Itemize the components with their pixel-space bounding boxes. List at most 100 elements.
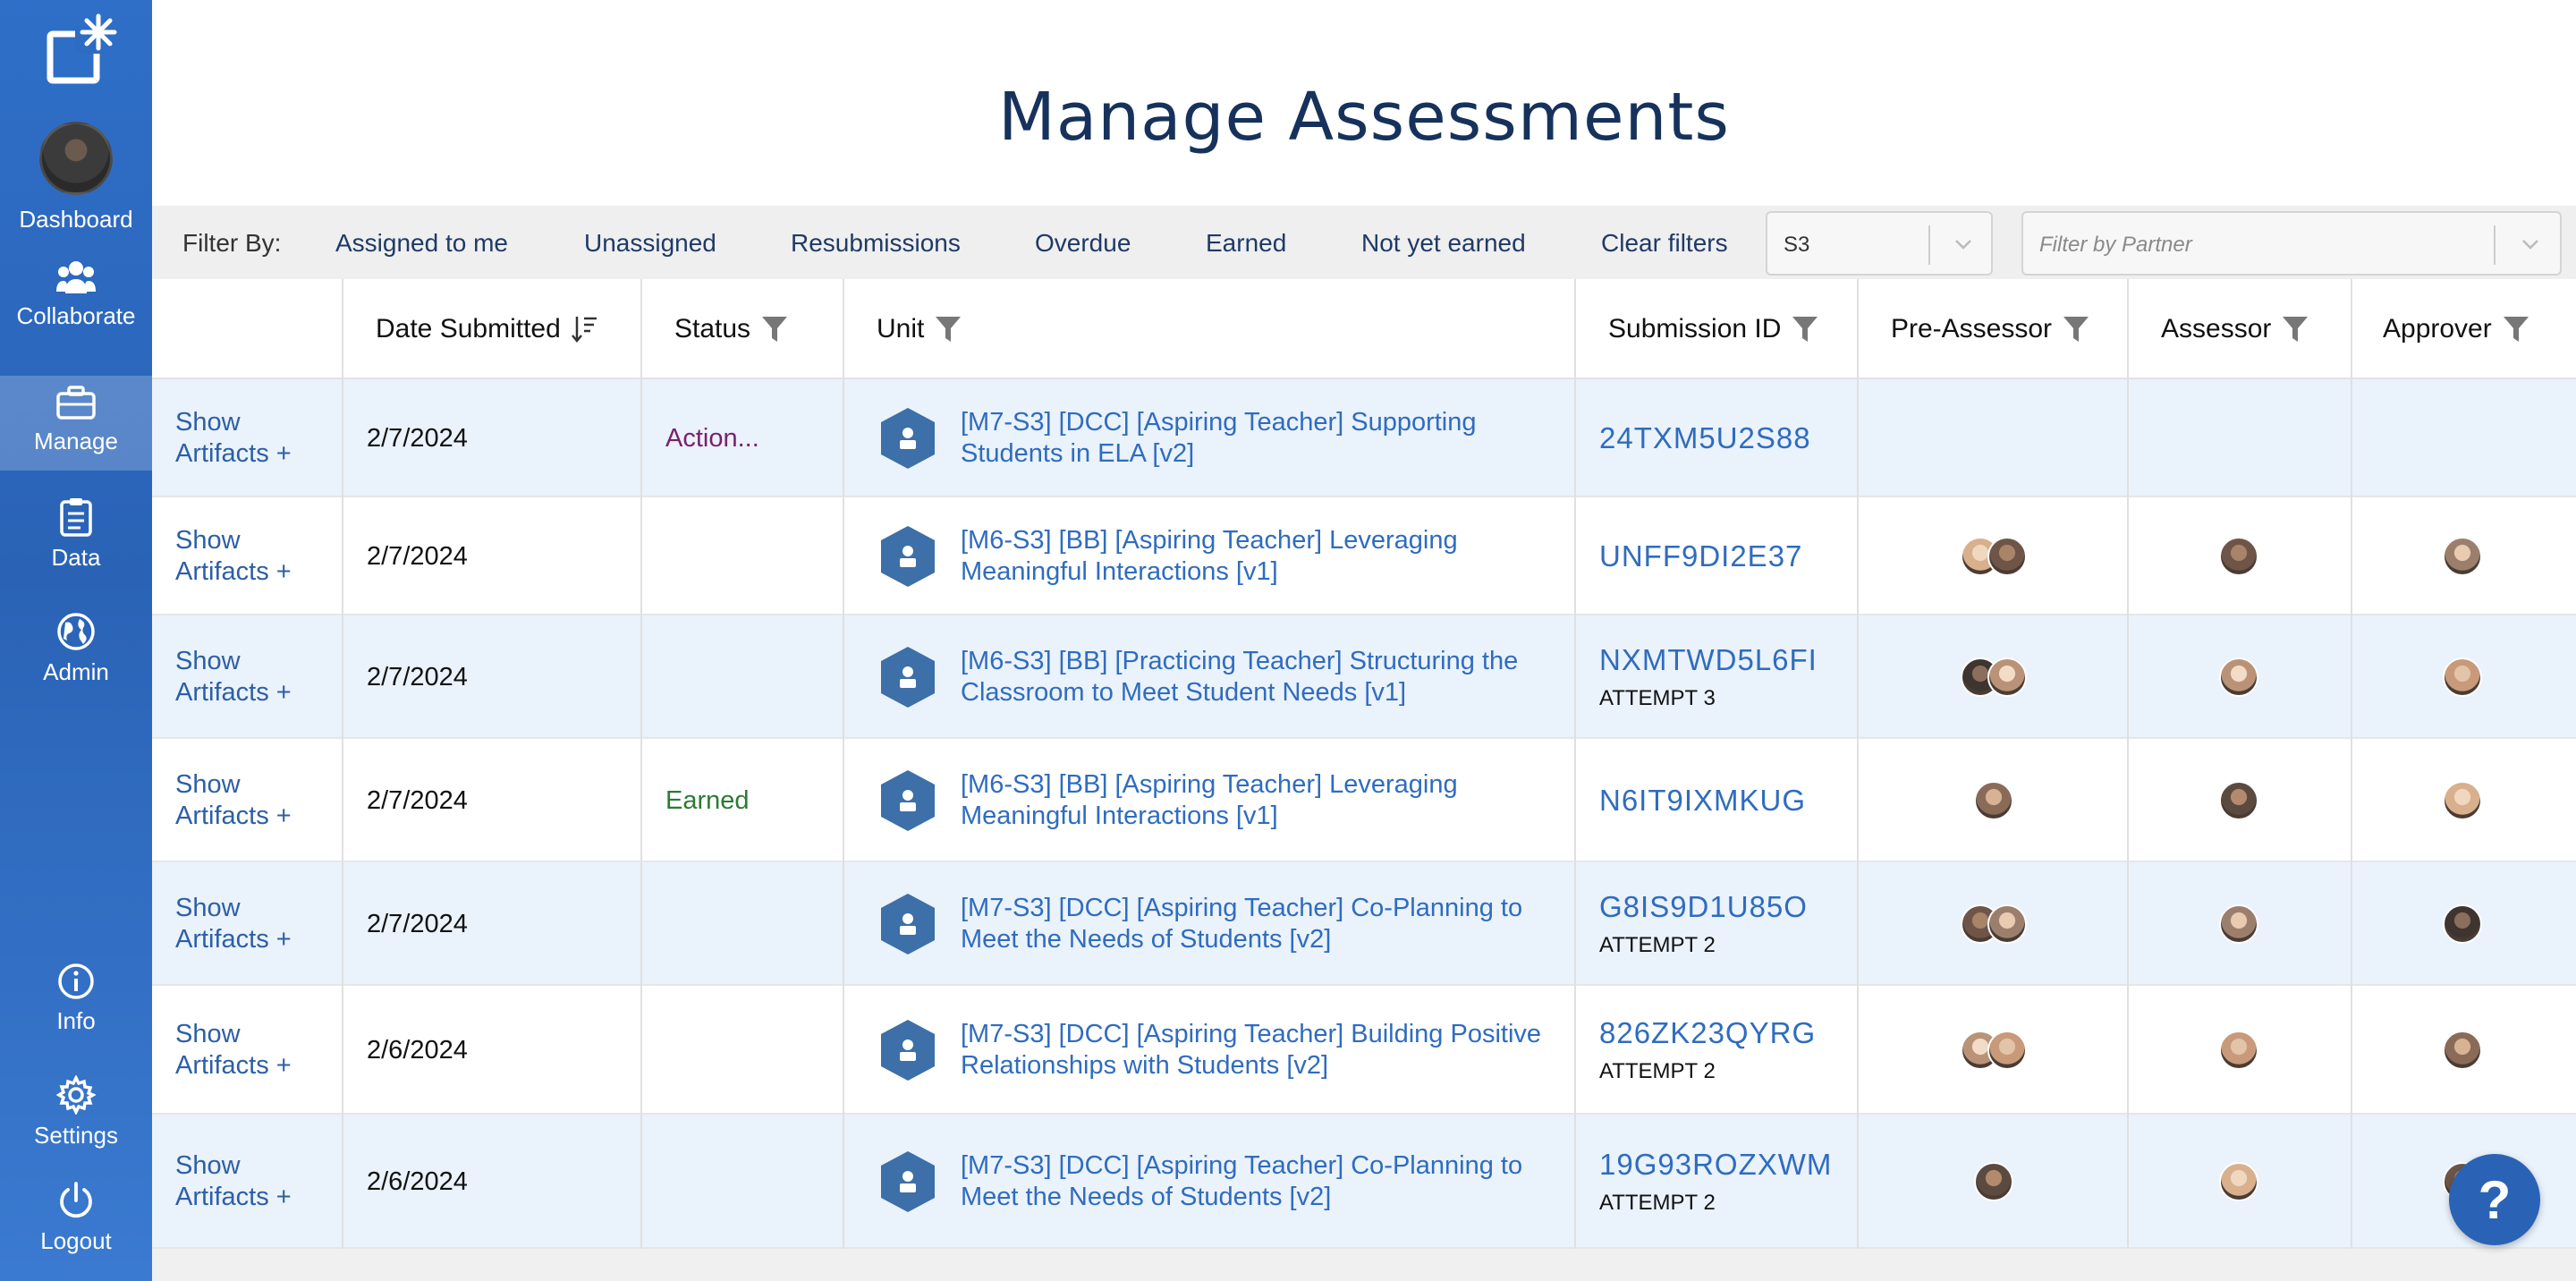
sidebar-item-settings[interactable]: Settings [0,1075,152,1165]
sidebar-item-logout[interactable]: Logout [0,1181,152,1270]
filter-earned[interactable]: Earned [1206,229,1286,258]
avatar[interactable] [2219,657,2258,697]
select-divider [1928,225,1930,265]
avatar[interactable] [2219,781,2258,820]
avatar[interactable] [1987,904,2027,944]
filter-assigned-to-me[interactable]: Assigned to me [335,229,508,258]
filter-overdue[interactable]: Overdue [1035,229,1131,258]
avatar[interactable] [2443,1031,2482,1070]
col-date-submitted[interactable]: Date Submitted [376,279,598,379]
pre-assessor-avatars [1859,537,2129,576]
avatar[interactable] [2443,657,2482,697]
avatar[interactable] [2443,904,2482,944]
col-status[interactable]: Status [674,279,788,379]
pre-assessor-avatars [1859,781,2129,820]
interaction-icon [881,770,935,831]
app-logo-icon[interactable] [43,13,118,88]
chevron-down-icon [2522,240,2538,250]
avatar[interactable] [2219,1162,2258,1201]
avatar[interactable] [2443,781,2482,820]
submission-id-link[interactable]: 24TXM5U2S88 [1599,421,1811,455]
avatar[interactable] [2443,537,2482,576]
filter-unassigned[interactable]: Unassigned [584,229,716,258]
avatar[interactable] [2219,904,2258,944]
sidebar-item-info[interactable]: Info [0,963,152,1052]
assessor-avatar [2127,1162,2351,1201]
column-divider [640,279,642,1281]
assessor-avatar [2127,781,2351,820]
show-artifacts-link[interactable]: Show Artifacts + [175,1019,292,1082]
avatar[interactable] [2219,1031,2258,1070]
sidebar-item-admin[interactable]: Admin [0,612,152,701]
clipboard-icon [60,498,92,537]
filter-icon[interactable] [761,315,788,344]
sidebar-item-dashboard[interactable]: Dashboard [0,122,152,236]
col-unit[interactable]: Unit [877,279,962,379]
avatar[interactable] [1987,657,2027,697]
show-artifacts-link[interactable]: Show Artifacts + [175,646,292,708]
col-pre-assessor[interactable]: Pre-Assessor [1891,279,2089,379]
submission-id-link[interactable]: 19G93ROZXWM [1599,1148,1832,1182]
filter-not-yet-earned[interactable]: Not yet earned [1361,229,1526,258]
show-artifacts-link[interactable]: Show Artifacts + [175,769,292,832]
table-header: Date Submitted Status Unit Submission ID… [152,279,2576,379]
avatar[interactable] [1987,537,2027,576]
col-assessor[interactable]: Assessor [2161,279,2309,379]
date-submitted: 2/7/2024 [367,541,468,571]
avatar[interactable] [1974,1162,2013,1201]
filter-icon[interactable] [2282,315,2309,344]
help-button[interactable]: ? [2449,1154,2540,1245]
sidebar-item-collaborate[interactable]: Collaborate [0,259,152,352]
unit-link[interactable]: [M7-S3] [DCC] [Aspiring Teacher] Co-Plan… [961,893,1522,955]
unit-link[interactable]: [M7-S3] [DCC] [Aspiring Teacher] Buildin… [961,1019,1541,1082]
attempt-label: ATTEMPT 2 [1599,933,1716,957]
approver-avatar [2351,781,2574,820]
assessor-avatar [2127,1031,2351,1070]
assessor-avatar [2127,657,2351,697]
sidebar-item-data[interactable]: Data [0,497,152,587]
col-submission-id[interactable]: Submission ID [1608,279,1818,379]
pre-assessor-avatars [1859,1031,2129,1070]
submission-id-link[interactable]: N6IT9IXMKUG [1599,784,1806,818]
unit-link[interactable]: [M6-S3] [BB] [Aspiring Teacher] Leveragi… [961,525,1458,588]
column-divider [2351,279,2352,1281]
table-row: Show Artifacts + 2/6/2024 [M7-S3] [DCC] [… [152,986,2576,1115]
sidebar-item-label: Info [56,1007,96,1034]
pre-assessor-avatars [1859,904,2129,944]
planning-icon [881,1151,935,1212]
col-approver[interactable]: Approver [2383,279,2529,379]
avatar[interactable] [1974,781,2013,820]
column-divider [1574,279,1576,1281]
unit-link[interactable]: [M7-S3] [DCC] [Aspiring Teacher] Support… [961,407,1477,470]
pre-assessor-avatars [1859,657,2129,697]
avatar[interactable] [2219,537,2258,576]
chevron-down-icon [1955,240,1971,250]
filter-icon[interactable] [935,315,962,344]
filter-icon[interactable] [2063,315,2089,344]
unit-link[interactable]: [M6-S3] [BB] [Aspiring Teacher] Leveragi… [961,769,1458,832]
unit-link[interactable]: [M6-S3] [BB] [Practicing Teacher] Struct… [961,646,1518,708]
sidebar: Dashboard Collaborate Manage Data Admin [0,0,152,1281]
select-divider [2494,225,2496,265]
partner-select[interactable]: Filter by Partner [2021,211,2562,276]
sidebar-item-manage[interactable]: Manage [0,376,152,471]
unit-link[interactable]: [M7-S3] [DCC] [Aspiring Teacher] Co-Plan… [961,1150,1522,1213]
table-row: Show Artifacts + 2/7/2024 Earned [M6-S3] … [152,739,2576,862]
filter-resubmissions[interactable]: Resubmissions [791,229,961,258]
submission-id-link[interactable]: UNFF9DI2E37 [1599,539,1802,573]
clear-filters-button[interactable]: Clear filters [1601,229,1728,258]
filter-bar: Filter By: Assigned to me Unassigned Res… [152,206,2576,279]
sort-desc-icon[interactable] [571,315,598,344]
season-select[interactable]: S3 [1766,211,1993,276]
submission-id-link[interactable]: NXMTWD5L6FI [1599,643,1818,677]
show-artifacts-link[interactable]: Show Artifacts + [175,1150,292,1213]
show-artifacts-link[interactable]: Show Artifacts + [175,893,292,955]
filter-icon[interactable] [1792,315,1818,344]
interaction-icon [881,526,935,587]
avatar[interactable] [1987,1031,2027,1070]
submission-id-link[interactable]: G8IS9D1U85O [1599,890,1808,924]
show-artifacts-link[interactable]: Show Artifacts + [175,407,292,470]
show-artifacts-link[interactable]: Show Artifacts + [175,525,292,588]
submission-id-link[interactable]: 826ZK23QYRG [1599,1016,1816,1050]
filter-icon[interactable] [2503,315,2529,344]
